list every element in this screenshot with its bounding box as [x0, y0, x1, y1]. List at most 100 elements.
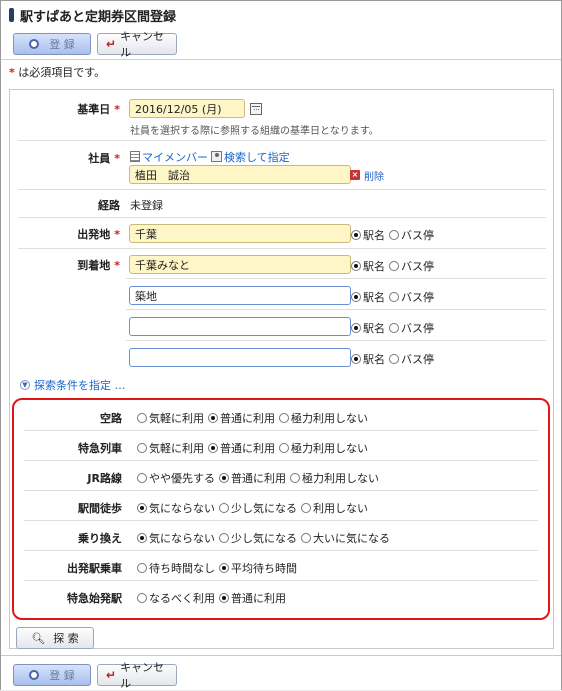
bus-stop-option[interactable]: バス停 [389, 227, 434, 243]
search-employee-link-text: 検索して指定 [224, 151, 290, 164]
register-button-bottom[interactable]: 登 録 [13, 664, 91, 686]
condition-option[interactable]: なるべく利用 [137, 590, 215, 606]
required-note: * は必須項目です。 [1, 60, 561, 84]
radio-icon [290, 473, 300, 483]
cancel-button-label: キャンセル [120, 30, 165, 59]
condition-label: 乗り換え [78, 532, 122, 545]
bus-stop-option[interactable]: バス停 [389, 320, 434, 336]
page-title: 駅すぱあと定期券区間登録 [20, 9, 177, 25]
condition-option[interactable]: 普通に利用 [208, 410, 275, 426]
radio-selected-icon [137, 533, 147, 543]
employee-input[interactable]: 植田 誠治 [129, 165, 351, 184]
condition-option[interactable]: やや優先する [137, 470, 215, 486]
condition-option[interactable]: 普通に利用 [219, 590, 286, 606]
station-option[interactable]: 駅名 [351, 320, 385, 336]
person-icon [211, 151, 222, 162]
station-option[interactable]: 駅名 [351, 258, 385, 274]
search-button-label: 探 索 [53, 632, 79, 645]
option-label: 平均待ち時間 [231, 562, 297, 575]
condition-label: 出発駅乗車 [67, 562, 122, 575]
route-label: 経路 [98, 199, 120, 212]
radio-icon [137, 443, 147, 453]
condition-option[interactable]: 気軽に利用 [137, 410, 204, 426]
condition-option[interactable]: 普通に利用 [219, 470, 286, 486]
return-arrow-icon: ↵ [106, 668, 117, 682]
option-label: 駅名 [363, 322, 385, 335]
cancel-button-label: キャンセル [120, 661, 165, 690]
via-1-type-radio: 駅名 バス停 [351, 289, 438, 305]
row-divider [126, 278, 546, 279]
condition-option[interactable]: 待ち時間なし [137, 560, 215, 576]
bus-stop-option[interactable]: バス停 [389, 351, 434, 367]
register-button[interactable]: 登 録 [13, 33, 91, 55]
condition-option[interactable]: 平均待ち時間 [219, 560, 297, 576]
radio-icon [389, 230, 399, 240]
condition-option[interactable]: 利用しない [301, 500, 368, 516]
departure-label-text: 出発地 [77, 228, 111, 241]
option-label: 気にならない [149, 532, 215, 545]
search-button[interactable]: 🔍︎ 探 索 [16, 627, 94, 649]
title-marker-icon [9, 8, 14, 22]
option-label: バス停 [401, 260, 434, 273]
required-asterisk: * [114, 152, 120, 165]
condition-option[interactable]: 極力利用しない [279, 440, 368, 456]
option-label: 大いに気になる [313, 532, 390, 545]
condition-option[interactable]: 少し気になる [219, 530, 297, 546]
option-label: 普通に利用 [220, 412, 275, 425]
condition-option[interactable]: 極力利用しない [290, 470, 379, 486]
condition-radio-group: なるべく利用 普通に利用 [137, 590, 290, 606]
station-option[interactable]: 駅名 [351, 289, 385, 305]
via-input-2[interactable] [129, 317, 351, 336]
condition-option[interactable]: 気にならない [137, 530, 215, 546]
delete-link[interactable]: 削除 [364, 168, 384, 183]
option-label: 極力利用しない [291, 442, 368, 455]
radio-icon [389, 354, 399, 364]
station-option[interactable]: 駅名 [351, 351, 385, 367]
row-divider [24, 520, 538, 521]
bus-stop-option[interactable]: バス停 [389, 289, 434, 305]
via-2-type-radio: 駅名 バス停 [351, 320, 438, 336]
option-label: 駅名 [363, 353, 385, 366]
row-divider [24, 550, 538, 551]
required-asterisk: * [114, 259, 120, 272]
radio-selected-icon [219, 473, 229, 483]
cancel-button-bottom[interactable]: ↵ キャンセル [97, 661, 177, 690]
row-divider [24, 490, 538, 491]
option-label: 少し気になる [231, 502, 297, 515]
condition-option[interactable]: 気軽に利用 [137, 440, 204, 456]
search-employee-link[interactable]: 検索して指定 [211, 149, 290, 165]
base-date-input[interactable]: 2016/12/05 (月) [129, 99, 245, 118]
calendar-icon[interactable] [250, 103, 262, 115]
search-condition-toggle[interactable]: ▼ 探索条件を指定 … [20, 377, 126, 393]
radio-icon [301, 503, 311, 513]
route-value: 未登録 [130, 199, 163, 212]
option-label: 普通に利用 [231, 472, 286, 485]
departure-input[interactable]: 千葉 [129, 224, 351, 243]
condition-label: JR路線 [87, 472, 122, 485]
condition-radio-group: 気軽に利用 普通に利用 極力利用しない [137, 410, 372, 426]
departure-type-radio: 駅名 バス停 [351, 227, 438, 243]
condition-option[interactable]: 少し気になる [219, 500, 297, 516]
option-label: 気軽に利用 [149, 412, 204, 425]
radio-selected-icon [219, 563, 229, 573]
station-option[interactable]: 駅名 [351, 227, 385, 243]
employee-label: 社員 * [10, 150, 120, 166]
required-asterisk: * [9, 65, 15, 79]
cancel-button[interactable]: ↵ キャンセル [97, 30, 177, 59]
condition-option[interactable]: 気にならない [137, 500, 215, 516]
delete-x-icon[interactable]: × [350, 170, 360, 180]
condition-option[interactable]: 大いに気になる [301, 530, 390, 546]
radio-selected-icon [137, 503, 147, 513]
bus-stop-option[interactable]: バス停 [389, 258, 434, 274]
arrival-input[interactable]: 千葉みなと [129, 255, 351, 274]
my-member-link[interactable]: マイメンバー [130, 149, 208, 165]
my-member-link-text: マイメンバー [142, 151, 208, 164]
condition-label: 空路 [100, 412, 122, 425]
via-input-3[interactable] [129, 348, 351, 367]
radio-icon [137, 563, 147, 573]
condition-option[interactable]: 普通に利用 [208, 440, 275, 456]
condition-option[interactable]: 極力利用しない [279, 410, 368, 426]
chevron-down-icon: ▼ [20, 380, 30, 390]
base-date-hint: 社員を選択する際に参照する組織の基準日となります。 [130, 126, 379, 137]
via-input-1[interactable]: 築地 [129, 286, 351, 305]
